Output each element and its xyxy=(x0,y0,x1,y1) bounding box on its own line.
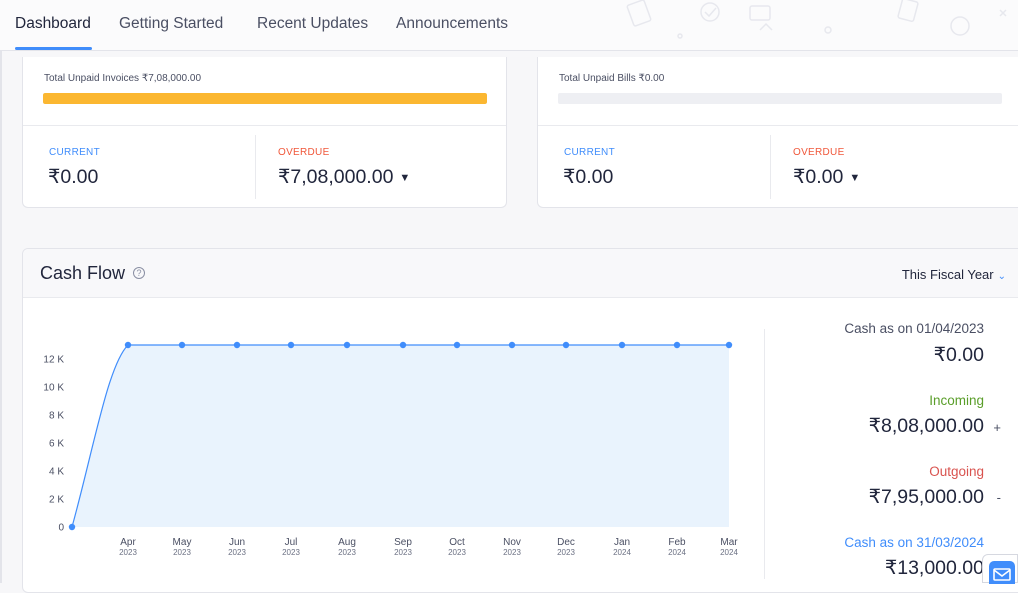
x-tick-label: Apr xyxy=(120,537,136,548)
x-tick-year: 2023 xyxy=(557,548,575,557)
data-point xyxy=(453,341,461,349)
caret-down-icon[interactable]: ▼ xyxy=(849,172,860,184)
y-tick-label: 8 K xyxy=(49,411,64,422)
x-tick-label: Nov xyxy=(503,537,521,548)
data-point xyxy=(673,341,681,349)
closing-cash-value: ₹13,000.00 xyxy=(884,557,984,579)
incoming-label: Incoming xyxy=(929,393,984,408)
opening-cash-value: ₹0.00 xyxy=(933,344,984,366)
cash-flow-chart: 02 K4 K6 K8 K10 K12 KApr2023May2023Jun20… xyxy=(43,341,738,557)
payables-current-label: CURRENT xyxy=(564,147,615,158)
x-tick-year: 2023 xyxy=(119,548,137,557)
divider xyxy=(764,329,765,579)
x-tick-label: Jun xyxy=(229,537,245,548)
x-tick-label: Jan xyxy=(614,537,630,548)
x-tick-label: Oct xyxy=(449,537,465,548)
payables-card: Total Unpaid Bills ₹0.00 CURRENT ₹0.00 O… xyxy=(537,57,1018,208)
mail-icon xyxy=(989,561,1015,584)
x-tick-year: 2023 xyxy=(503,548,521,557)
y-tick-label: 6 K xyxy=(49,439,64,450)
total-unpaid-invoices-label: Total Unpaid Invoices ₹7,08,000.00 xyxy=(44,73,202,84)
background-doodles-icon xyxy=(626,0,1007,39)
divider xyxy=(538,125,1018,126)
receivables-card: Total Unpaid Invoices ₹7,08,000.00 CURRE… xyxy=(22,57,507,208)
payables-overdue-label: OVERDUE xyxy=(793,147,845,158)
y-tick-label: 10 K xyxy=(43,383,64,394)
data-point xyxy=(124,341,132,349)
help-icon[interactable]: ? xyxy=(133,267,145,279)
y-tick-label: 4 K xyxy=(49,467,64,478)
x-tick-year: 2023 xyxy=(282,548,300,557)
caret-down-icon[interactable]: ▼ xyxy=(399,172,410,184)
tab-dashboard[interactable]: Dashboard xyxy=(15,15,91,33)
data-point xyxy=(399,341,407,349)
opening-cash-label: Cash as on 01/04/2023 xyxy=(844,321,984,336)
data-point xyxy=(725,341,733,349)
divider xyxy=(23,125,506,126)
tab-recent-updates[interactable]: Recent Updates xyxy=(257,15,368,33)
x-tick-year: 2023 xyxy=(228,548,246,557)
active-tab-indicator xyxy=(15,47,92,50)
top-tab-bar: Dashboard Getting Started Recent Updates… xyxy=(0,0,1018,51)
x-tick-label: Aug xyxy=(338,537,356,548)
payables-current-value[interactable]: ₹0.00 xyxy=(563,165,613,189)
outgoing-label: Outgoing xyxy=(929,464,984,479)
total-unpaid-bills-label: Total Unpaid Bills ₹0.00 xyxy=(559,73,665,84)
x-tick-year: 2024 xyxy=(613,548,631,557)
plus-icon: + xyxy=(993,420,1001,435)
chevron-down-icon: ⌄ xyxy=(997,271,1006,282)
x-tick-year: 2023 xyxy=(394,548,412,557)
receivables-current-label: CURRENT xyxy=(49,147,100,158)
x-tick-year: 2023 xyxy=(448,548,466,557)
x-tick-label: May xyxy=(173,537,192,548)
mail-button[interactable] xyxy=(982,554,1018,584)
x-tick-label: Dec xyxy=(557,537,575,548)
panel-left-border xyxy=(0,51,2,583)
data-point xyxy=(343,341,351,349)
fiscal-period-dropdown[interactable]: This Fiscal Year ⌄ xyxy=(902,267,1006,282)
cash-flow-header: Cash Flow ? This Fiscal Year ⌄ xyxy=(23,249,1018,298)
x-tick-year: 2024 xyxy=(668,548,686,557)
closing-cash-label: Cash as on 31/03/2024 xyxy=(844,535,984,550)
y-tick-label: 12 K xyxy=(43,355,64,366)
minus-icon: - xyxy=(996,490,1001,505)
payables-overdue-value[interactable]: ₹0.00 ▼ xyxy=(793,165,860,189)
divider xyxy=(255,135,256,199)
x-tick-year: 2023 xyxy=(173,548,191,557)
x-tick-year: 2023 xyxy=(338,548,356,557)
x-tick-label: Sep xyxy=(394,537,412,548)
receivables-progress-bar xyxy=(43,93,487,104)
incoming-value: ₹8,08,000.00 xyxy=(868,415,984,437)
data-point xyxy=(508,341,516,349)
data-point xyxy=(562,341,570,349)
divider xyxy=(770,135,771,199)
receivables-overdue-label: OVERDUE xyxy=(278,147,330,158)
x-tick-label: Feb xyxy=(668,537,686,548)
receivables-overdue-value[interactable]: ₹7,08,000.00 ▼ xyxy=(278,165,410,189)
receivables-current-value[interactable]: ₹0.00 xyxy=(48,165,98,189)
data-point xyxy=(287,341,295,349)
data-point xyxy=(178,341,186,349)
tab-getting-started[interactable]: Getting Started xyxy=(119,15,223,33)
y-tick-label: 0 xyxy=(58,523,64,534)
receivables-overdue-amount: ₹7,08,000.00 xyxy=(278,166,394,188)
cash-flow-title: Cash Flow xyxy=(40,263,126,283)
payables-overdue-amount: ₹0.00 xyxy=(793,166,844,188)
x-tick-label: Jul xyxy=(285,537,298,548)
data-point xyxy=(233,341,241,349)
outgoing-value: ₹7,95,000.00 xyxy=(868,486,984,508)
x-tick-year: 2024 xyxy=(720,548,738,557)
x-tick-label: Mar xyxy=(720,537,738,548)
receivables-progress-fill xyxy=(43,93,487,104)
data-point xyxy=(618,341,626,349)
data-point xyxy=(68,523,76,531)
tab-announcements[interactable]: Announcements xyxy=(396,15,508,33)
payables-progress-bar xyxy=(558,93,1002,104)
y-tick-label: 2 K xyxy=(49,495,64,506)
fiscal-period-label: This Fiscal Year xyxy=(901,267,994,282)
cash-flow-area xyxy=(72,345,729,527)
